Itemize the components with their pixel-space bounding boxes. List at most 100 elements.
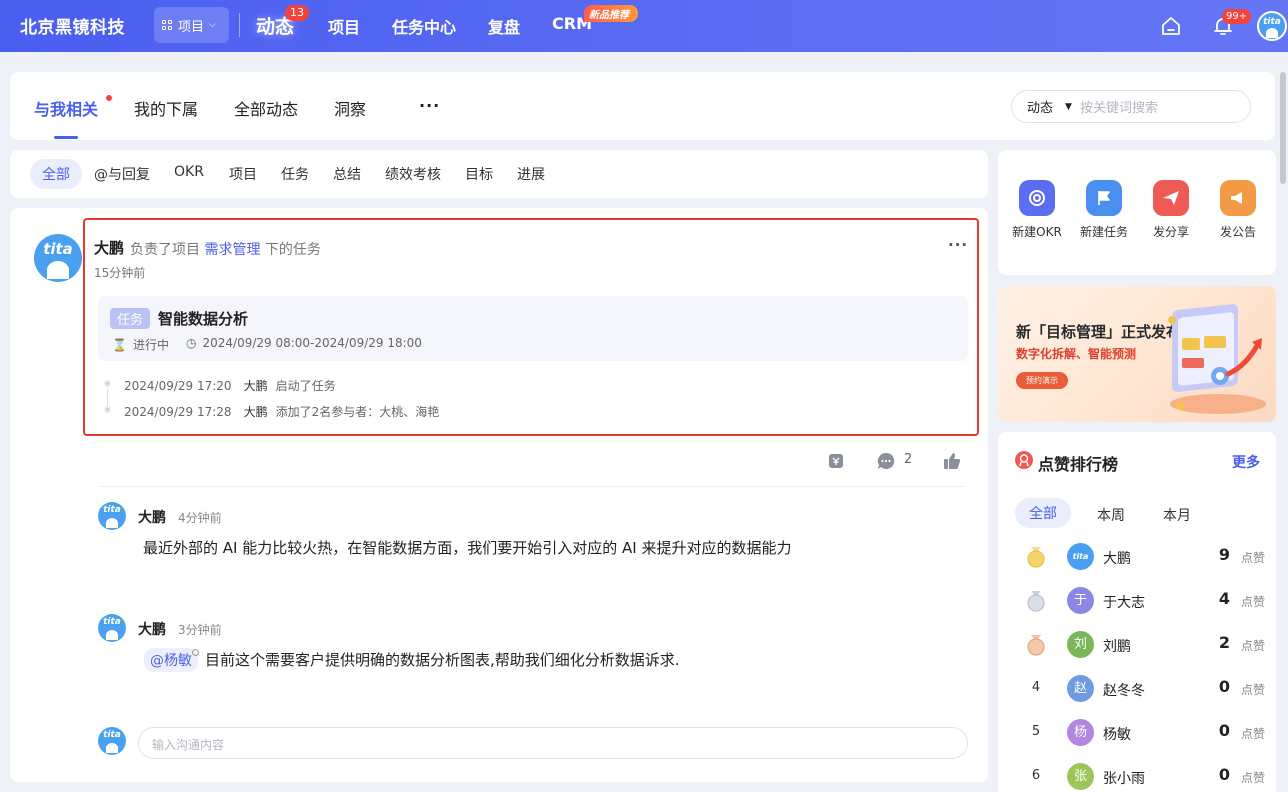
- comment-avatar[interactable]: tita: [98, 502, 126, 530]
- tab-related-to-me[interactable]: 与我相关: [34, 96, 98, 120]
- filter-goal[interactable]: 目标: [465, 164, 493, 184]
- tab-my-subordinates[interactable]: 我的下属: [134, 96, 198, 120]
- gold-medal-icon: [1027, 547, 1045, 568]
- ranking-avatar: 杨: [1067, 719, 1094, 746]
- timeline-user[interactable]: 大鹏: [244, 405, 268, 419]
- task-name[interactable]: 智能数据分析: [158, 308, 248, 329]
- task-status-label: 进行中: [132, 338, 169, 352]
- page-scrollbar[interactable]: [1280, 72, 1286, 184]
- task-status: ⌛ 进行中: [112, 336, 169, 353]
- ranking-row[interactable]: tita 大鹏 9 点赞: [998, 542, 1276, 572]
- home-icon[interactable]: [1159, 14, 1183, 38]
- ranking-row[interactable]: 刘 刘鹏 2 点赞: [998, 630, 1276, 660]
- ranking-row[interactable]: 5 杨 杨敏 0 点赞: [998, 718, 1276, 748]
- post-description: 负责了项目 需求管理 下的任务: [130, 239, 321, 259]
- comment-avatar[interactable]: tita: [98, 614, 126, 642]
- filter-task[interactable]: 任务: [281, 164, 309, 184]
- ranking-count: 0: [1218, 765, 1230, 784]
- ranking-avatar: 于: [1067, 587, 1094, 614]
- user-avatar[interactable]: tita: [1257, 11, 1287, 41]
- comment-icon[interactable]: [876, 451, 896, 471]
- ranking-row[interactable]: 4 赵 赵冬冬 0 点赞: [998, 674, 1276, 704]
- megaphone-icon: [1220, 180, 1256, 216]
- share-button[interactable]: 发分享: [1141, 180, 1201, 240]
- project-switch-button[interactable]: 项目 ⌵: [154, 7, 229, 43]
- nav-review[interactable]: 复盘: [488, 14, 520, 38]
- post-author[interactable]: 大鹏: [94, 237, 124, 258]
- ranking-avatar: tita: [1067, 543, 1094, 570]
- company-name: 北京黑镜科技: [20, 18, 125, 38]
- timeline-user[interactable]: 大鹏: [244, 379, 268, 393]
- reward-icon[interactable]: [826, 451, 846, 471]
- tab-all-dynamics[interactable]: 全部动态: [234, 96, 298, 120]
- ranking-avatar: 刘: [1067, 631, 1094, 658]
- task-card[interactable]: 任务 智能数据分析 ⌛ 进行中 ◷ 2024/09/29 08:00-2024/09…: [98, 296, 968, 361]
- timeline-entry: 2024/09/29 17:28 大鹏 添加了2名参与者：大桃、海艳: [124, 403, 439, 420]
- filter-summary[interactable]: 总结: [333, 164, 361, 184]
- filter-progress[interactable]: 进展: [517, 164, 545, 184]
- comment-input[interactable]: 输入沟通内容: [138, 727, 968, 759]
- ranking-count: 9: [1218, 545, 1230, 564]
- like-ranking-card: 点赞排行榜 更多 全部 本周 本月 tita 大鹏 9 点赞 于 于大志 4 点…: [998, 432, 1276, 792]
- promo-banner[interactable]: 新「目标管理」正式发布 数字化拆解、智能预测 预约演示: [998, 286, 1276, 422]
- avatar-label: tita: [103, 617, 121, 627]
- avatar-figure: [106, 743, 118, 753]
- ranking-tab-week[interactable]: 本周: [1097, 505, 1125, 525]
- filter-project[interactable]: 项目: [229, 164, 257, 184]
- announcement-button[interactable]: 发公告: [1208, 180, 1268, 240]
- dashboard-illustration: [1168, 304, 1266, 414]
- ranking-tab-all[interactable]: 全部: [1015, 498, 1071, 528]
- filter-okr[interactable]: OKR: [174, 164, 204, 180]
- quick-actions-card: 新建OKR 新建任务 发分享 发公告: [998, 150, 1276, 275]
- ranking-count: 0: [1218, 677, 1230, 696]
- ranking-position: 6: [1031, 768, 1041, 783]
- timeline-entry: 2024/09/29 17:20 大鹏 启动了任务: [124, 377, 336, 394]
- book-demo-button[interactable]: 预约演示: [1016, 372, 1068, 389]
- nav-task-center[interactable]: 任务中心: [392, 14, 456, 38]
- tab-insight[interactable]: 洞察: [334, 96, 366, 120]
- filter-mentions[interactable]: @与回复: [94, 164, 150, 184]
- ranking-title: 点赞排行榜: [1038, 455, 1119, 474]
- timeline-action: 启动了任务: [275, 379, 336, 393]
- ranking-row[interactable]: 6 张 张小雨 0 点赞: [998, 762, 1276, 792]
- filter-performance[interactable]: 绩效考核: [385, 164, 441, 184]
- more-tabs-button[interactable]: ···: [419, 96, 440, 115]
- new-okr-button[interactable]: 新建OKR: [1007, 180, 1067, 240]
- grid-icon: [162, 19, 173, 31]
- bronze-medal-icon: [1027, 635, 1045, 656]
- announcement-label: 发公告: [1219, 225, 1256, 239]
- comment-text: 最近外部的 AI 能力比较火热，在智能数据方面，我们要开始引入对应的 AI 来提…: [143, 539, 792, 557]
- task-type-tag: 任务: [110, 308, 151, 329]
- search-box[interactable]: 动态 ▼ 按关键词搜索: [1011, 90, 1251, 123]
- chevron-down-icon: ⌵: [209, 20, 216, 30]
- comment-count: 2: [904, 452, 913, 467]
- active-tab-indicator: [54, 136, 78, 139]
- comment-author[interactable]: 大鹏: [138, 619, 166, 639]
- mention-tag[interactable]: @杨敏: [144, 648, 198, 672]
- nav-project[interactable]: 项目: [328, 14, 360, 38]
- comment-author[interactable]: 大鹏: [138, 507, 166, 527]
- banner-subtitle: 数字化拆解、智能预测: [1016, 347, 1137, 361]
- notification-badge: 99+: [1222, 9, 1252, 24]
- filter-all[interactable]: 全部: [30, 159, 82, 189]
- new-task-label: 新建任务: [1079, 225, 1128, 239]
- search-scope-select[interactable]: 动态: [1027, 97, 1053, 116]
- ranking-tab-month[interactable]: 本月: [1163, 505, 1191, 525]
- filter-tabs-card: 全部 @与回复 OKR 项目 任务 总结 绩效考核 目标 进展: [10, 150, 988, 198]
- avatar-label: tita: [103, 505, 121, 515]
- task-date-label: 2024/09/29 08:00-2024/09/29 18:00: [202, 336, 422, 350]
- post-time: 15分钟前: [94, 266, 146, 280]
- timeline-time: 2024/09/29 17:20: [124, 379, 232, 393]
- ranking-unit: 点赞: [1240, 595, 1265, 609]
- project-link[interactable]: 需求管理: [204, 242, 260, 258]
- thumbs-up-icon[interactable]: [942, 451, 962, 471]
- ranking-more-link[interactable]: 更多: [1232, 452, 1260, 472]
- banner-title: 新「目标管理」正式发布: [1016, 323, 1182, 341]
- new-task-button[interactable]: 新建任务: [1074, 180, 1134, 240]
- avatar-figure: [47, 261, 69, 279]
- author-avatar[interactable]: tita: [34, 234, 82, 282]
- search-input[interactable]: 按关键词搜索: [1080, 97, 1158, 116]
- ranking-row[interactable]: 于 于大志 4 点赞: [998, 586, 1276, 616]
- post-more-button[interactable]: ···: [948, 236, 968, 254]
- hourglass-icon: ⌛: [112, 338, 127, 352]
